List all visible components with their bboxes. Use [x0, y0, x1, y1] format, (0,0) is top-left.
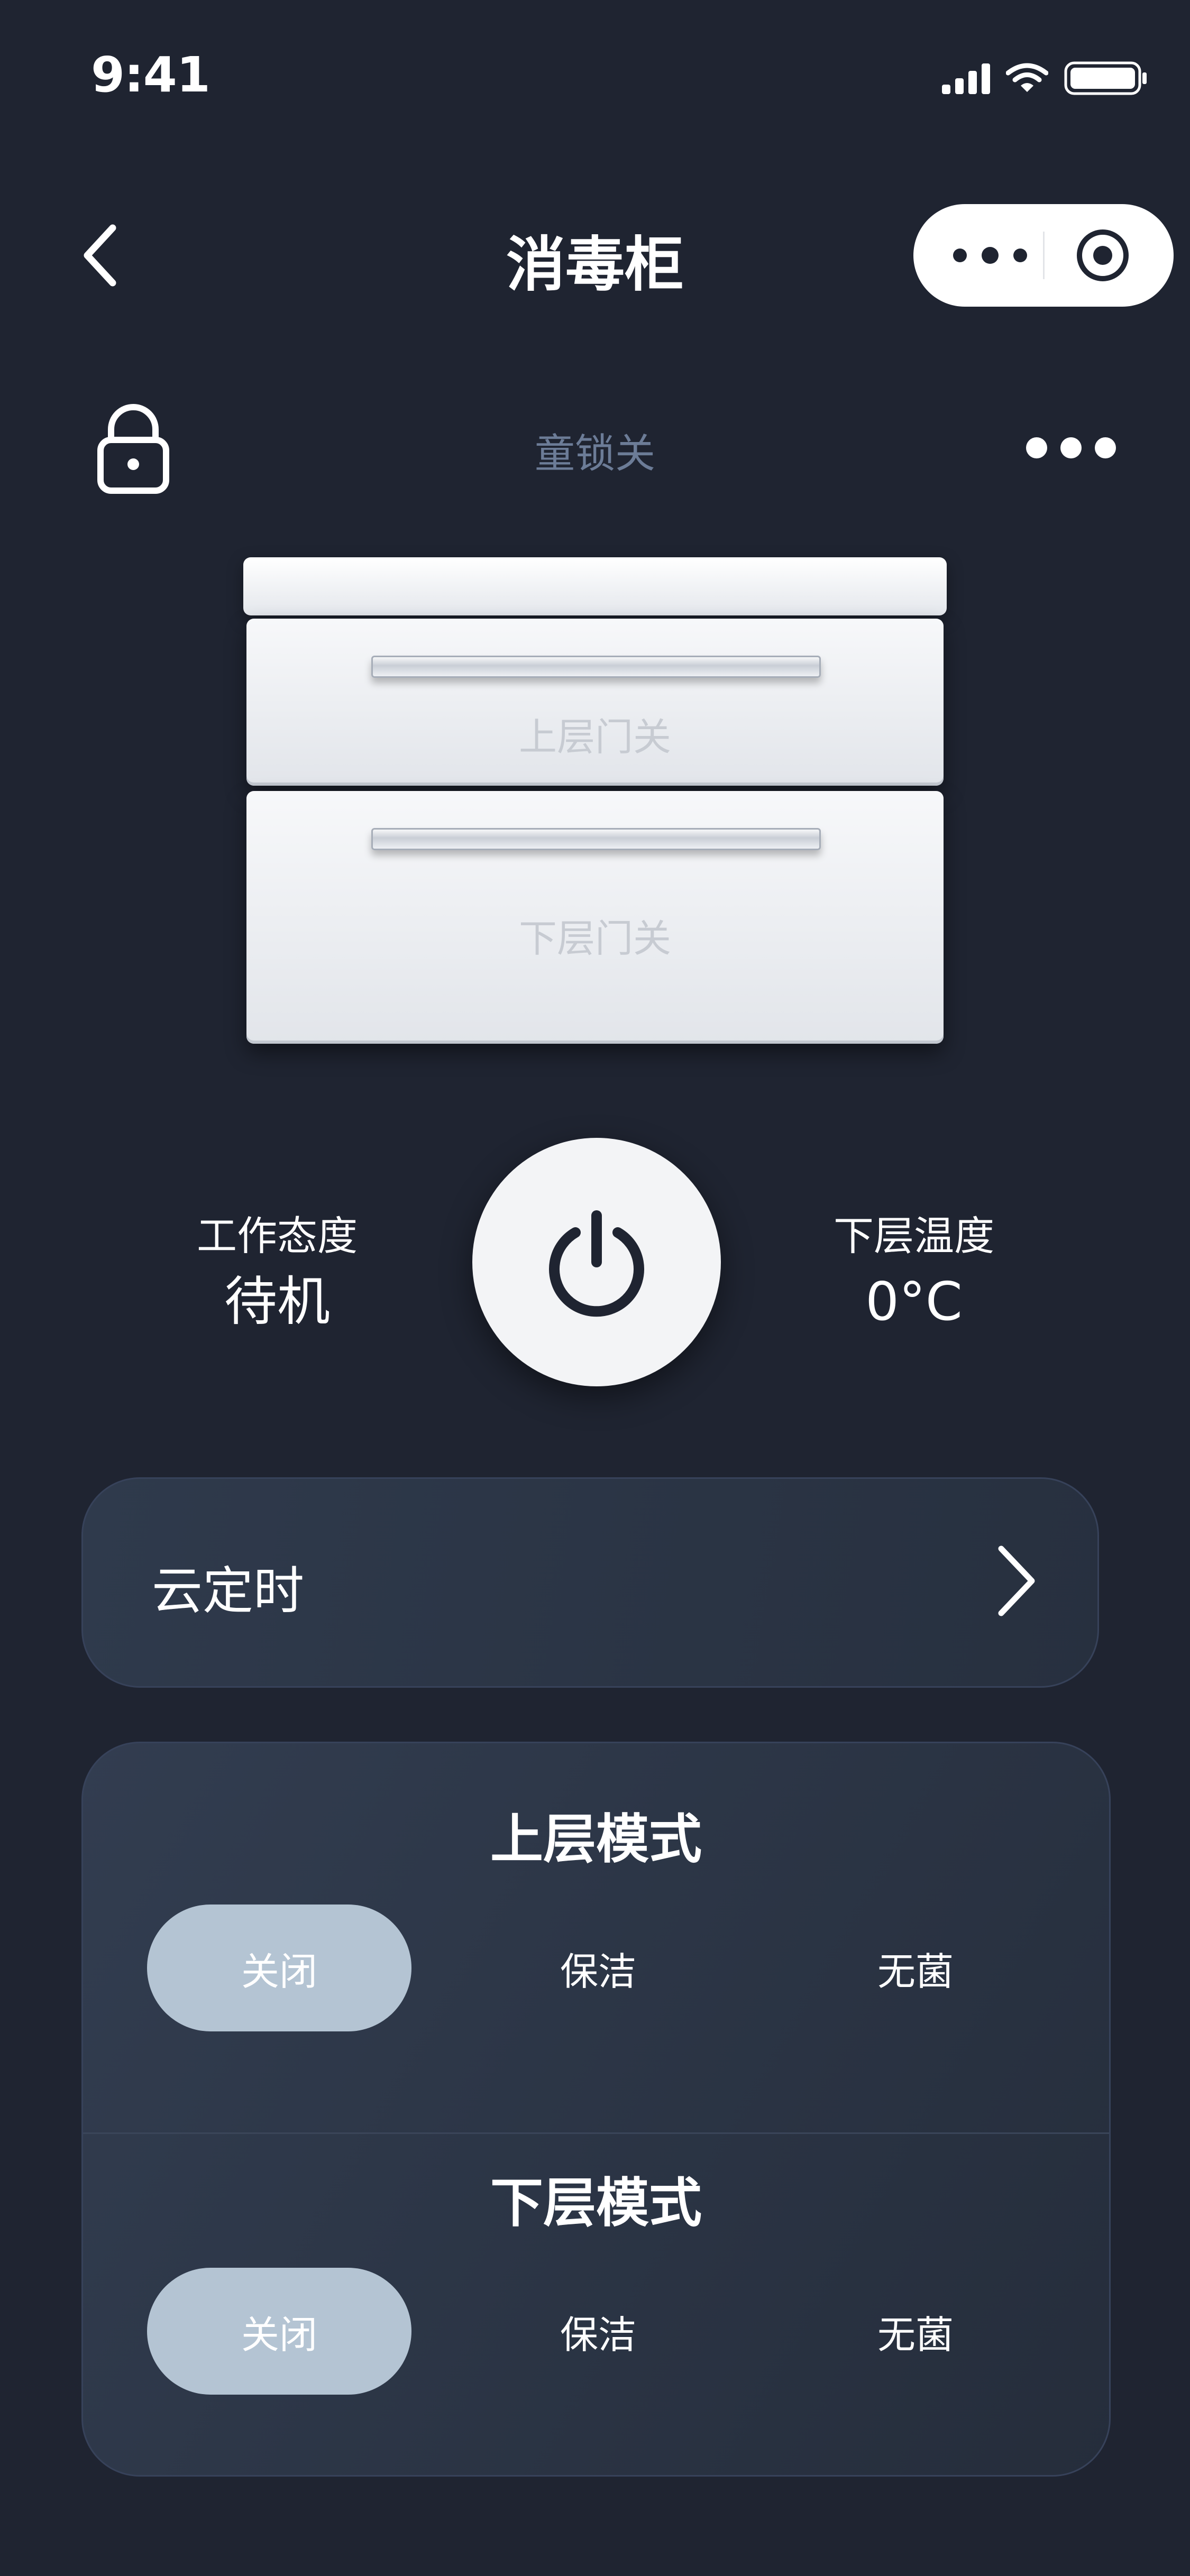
lower-drawer: 下层门关	[246, 791, 944, 1044]
upper-mode-title: 上层模式	[490, 1808, 702, 1870]
lower-mode-options: 关闭 保洁 无菌	[83, 2268, 1109, 2395]
signal-icon	[942, 62, 990, 94]
mode-card: 上层模式 关闭 保洁 无菌 下层模式 关闭 保洁 无菌	[81, 1742, 1111, 2477]
drawer-handle	[371, 828, 821, 850]
upper-mode-options: 关闭 保洁 无菌	[83, 1905, 1109, 2031]
child-lock-status: 童锁关	[535, 430, 655, 477]
battery-icon	[1064, 61, 1147, 95]
drawer-handle	[371, 656, 821, 678]
chevron-right-icon	[998, 1545, 1035, 1616]
upper-mode-off[interactable]: 关闭	[147, 1905, 411, 2031]
power-button[interactable]	[472, 1138, 721, 1386]
lower-door-status: 下层门关	[518, 916, 671, 961]
upper-mode-clean[interactable]: 保洁	[466, 1905, 730, 2031]
lower-mode-off[interactable]: 关闭	[147, 2268, 411, 2395]
cabinet-illustration: 上层门关 下层门关	[243, 557, 947, 1044]
cabinet-top	[243, 557, 947, 615]
lower-temperature-value: 0°C	[865, 1271, 963, 1332]
cloud-timer-label: 云定时	[152, 1561, 304, 1621]
lower-mode-clean[interactable]: 保洁	[466, 2268, 730, 2395]
disinfection-cabinet-screen: 9:41 消毒柜 童锁关 上层门关 下层门关 工作态度 待机 下层温度 0°C …	[0, 0, 1190, 2576]
more-icon[interactable]	[953, 239, 1027, 272]
mode-divider	[83, 2132, 1109, 2134]
target-icon[interactable]	[1074, 226, 1132, 284]
upper-door-status: 上层门关	[518, 715, 671, 759]
cloud-timer-card[interactable]: 云定时	[81, 1477, 1099, 1688]
lower-temperature-label: 下层温度	[834, 1212, 994, 1259]
capsule-divider	[1043, 232, 1045, 279]
wifi-icon	[1006, 63, 1048, 92]
work-status: 工作态度 待机	[140, 1216, 415, 1328]
power-icon	[549, 1210, 644, 1317]
upper-mode-sterile[interactable]: 无菌	[783, 1905, 1048, 2031]
lower-mode-sterile[interactable]: 无菌	[783, 2268, 1048, 2395]
work-status-value: 待机	[224, 1271, 330, 1332]
upper-drawer: 上层门关	[246, 619, 944, 786]
lower-mode-title: 下层模式	[490, 2172, 702, 2234]
status-icons	[942, 58, 1149, 98]
mini-program-capsule	[913, 204, 1174, 307]
lower-temperature: 下层温度 0°C	[776, 1216, 1051, 1328]
more-dots-icon[interactable]	[1026, 435, 1116, 461]
status-time: 9:41	[91, 47, 210, 103]
work-status-label: 工作态度	[197, 1212, 358, 1259]
